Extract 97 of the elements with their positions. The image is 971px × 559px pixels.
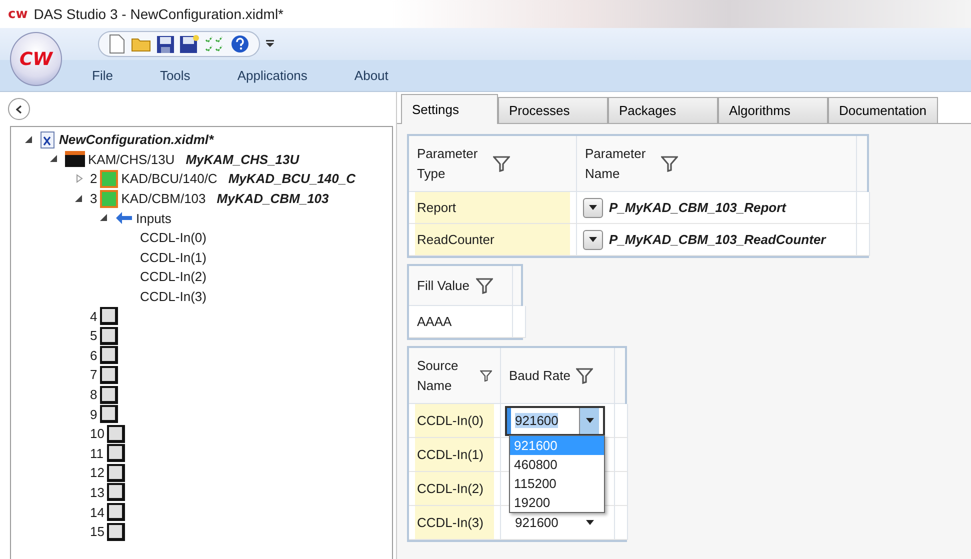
tab[interactable]: Algorithms [718,97,828,123]
chassis-icon [65,151,85,168]
expanded-triangle-icon[interactable] [25,136,33,144]
empty-slot-icon [107,503,126,522]
dropdown-button[interactable] [583,198,603,218]
left-arrow-icon [115,211,133,226]
tab[interactable]: Processes [498,97,608,123]
dropdown-option[interactable]: 115200 [510,474,604,493]
check-marks-icon[interactable] [205,35,225,53]
help-icon[interactable] [231,35,249,53]
menu-tab[interactable]: About [352,68,390,83]
tree-item-alias: MyKAD_CBM_103 [216,191,329,206]
table-cell: Report [415,192,570,223]
table-cell: CCDL-In(2) [415,472,494,505]
tree-item[interactable]: KAD/BCU/140/C [121,171,218,186]
expanded-triangle-icon[interactable] [100,214,108,222]
window-title: DAS Studio 3 - NewConfiguration.xidml* [34,6,284,22]
save-all-icon[interactable] [180,35,199,53]
save-icon[interactable] [157,36,174,52]
table-cell: P_MyKAD_CBM_103_ReadCounter [609,232,826,247]
column-header[interactable]: Fill Value [409,266,513,306]
slot-number: 3 [90,191,98,206]
tree-item[interactable]: CCDL-In(1) [140,250,206,265]
module-icon [100,170,118,188]
slot-number: 9 [90,406,98,422]
tab[interactable]: Settings [401,94,498,124]
slot-number: 15 [90,524,104,540]
document-icon [40,130,56,149]
baud-rate-combo-box[interactable]: 921600 [505,406,605,436]
dropdown-button[interactable] [579,408,599,434]
app-logo: cw [8,6,28,22]
caret-icon [586,520,594,525]
table-cell-text: AAAA [416,313,453,331]
tree-item[interactable]: KAD/CBM/103 [121,191,206,206]
dropdown-option[interactable]: 460800 [510,455,604,474]
column-header[interactable]: Source Name [409,348,501,404]
column-header[interactable]: Baud Rate [501,348,615,404]
empty-slot-icon [100,386,118,404]
table-cell: CCDL-In(3) [415,506,494,539]
slot-number: 5 [90,328,98,344]
caret-icon [589,237,597,242]
empty-slot-icon [100,307,118,326]
slot-number: 11 [90,446,104,461]
folder-icon[interactable] [131,36,151,52]
tab[interactable]: Documentation [828,97,938,123]
collapse-button[interactable] [8,98,30,120]
filter-icon[interactable] [576,368,594,384]
dropdown-button[interactable] [583,230,603,250]
slot-number: 12 [90,465,104,480]
tab[interactable]: Packages [608,97,718,123]
empty-slot-icon [107,424,126,443]
menu-tab[interactable]: Tools [158,68,192,83]
tree-item[interactable]: CCDL-In(0) [140,230,206,246]
column-header[interactable]: Parameter Type [409,136,577,192]
empty-slot-icon [100,346,118,364]
customize-toolbar-icon[interactable] [266,40,274,48]
tree-item-alias: MyKAM_CHS_13U [186,152,300,167]
table-cell: CCDL-In(0) [415,404,494,437]
table-cell: ReadCounter [415,224,570,255]
dropdown-option[interactable]: 19200 [510,493,604,512]
tree-item[interactable]: KAM/CHS/13U [88,152,175,167]
tree-item[interactable]: NewConfiguration.xidml* [59,132,214,148]
empty-slot-icon [100,326,118,345]
caret-icon [589,205,597,210]
slot-number: 4 [90,308,98,324]
new-document-icon[interactable] [109,34,125,54]
tree-item[interactable]: CCDL-In(3) [140,289,206,304]
chevron-left-icon [16,104,22,114]
empty-slot-icon [107,464,126,482]
caret-icon [586,418,594,423]
module-icon [100,190,118,208]
empty-slot-icon [107,483,126,502]
table-cell: P_MyKAD_CBM_103_Report [609,200,786,215]
slot-number: 2 [90,171,98,186]
slot-number: 10 [90,426,104,442]
empty-slot-icon [100,366,118,384]
tree-item[interactable]: Inputs [136,210,172,226]
slot-number: 14 [90,504,104,520]
slot-number: 7 [90,367,98,382]
filter-icon[interactable] [476,278,493,294]
slot-number: 6 [90,348,98,363]
column-header[interactable]: Parameter Name [577,136,857,192]
filter-icon[interactable] [661,156,678,172]
slot-number: 13 [90,484,104,500]
empty-slot-icon [107,522,126,541]
tree-item-alias: MyKAD_BCU_140_C [228,171,356,186]
slot-number: 8 [90,387,98,402]
expanded-triangle-icon[interactable] [50,155,58,164]
menu-tab[interactable]: Applications [235,68,310,83]
filter-icon[interactable] [493,156,510,172]
filter-icon[interactable] [480,368,492,384]
menu-tab[interactable]: File [90,68,115,83]
expanded-triangle-icon[interactable] [75,194,83,203]
tree-item[interactable]: CCDL-In(2) [140,269,206,284]
empty-slot-icon [100,405,118,424]
collapsed-triangle-icon[interactable] [76,174,82,184]
table-cell: CCDL-In(1) [415,438,494,471]
